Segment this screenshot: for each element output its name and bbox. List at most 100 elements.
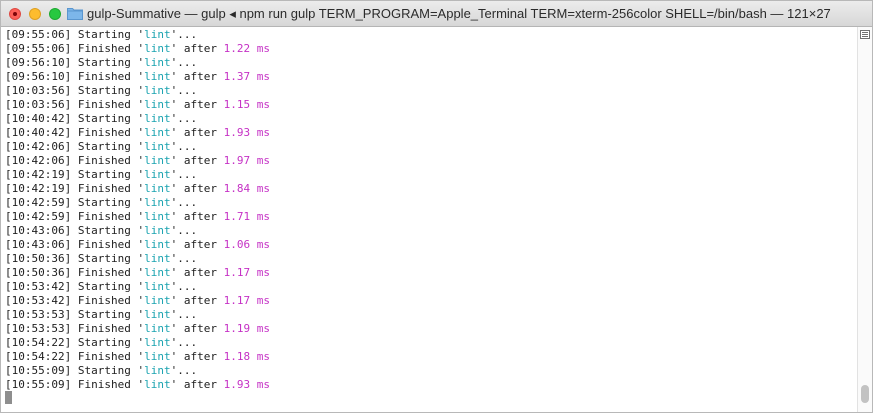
terminal-line: [10:42:06] Finished 'lint' after 1.97 ms [5,154,270,168]
quote: ' [130,168,145,181]
quote: ' [130,336,145,349]
ellipsis: ... [177,252,198,265]
terminal-line: [09:55:06] Starting 'lint'... [5,28,270,42]
terminal-window: gulp-Summative — gulp ◂ npm run gulp TER… [0,0,873,413]
timestamp: [10:40:42] [5,126,72,139]
task-name: lint [144,126,171,139]
quote: ' [130,56,145,69]
after-word: after [183,42,217,55]
status-word: Finished [77,98,131,111]
task-name: lint [144,238,171,251]
minimize-button[interactable] [29,8,41,20]
ellipsis: ... [177,224,198,237]
terminal-line: [10:42:06] Starting 'lint'... [5,140,270,154]
quote: ' [130,70,145,83]
quote: ' [130,322,145,335]
after-word: after [183,210,217,223]
status-word: Finished [77,322,131,335]
duration: 1.17 ms [223,294,270,307]
timestamp: [10:54:22] [5,350,72,363]
status-word: Finished [77,70,131,83]
quote: ' [130,266,145,279]
task-name: lint [144,196,171,209]
task-name: lint [144,280,171,293]
vertical-scrollbar[interactable] [857,27,872,412]
close-button[interactable] [9,8,21,20]
quote: ' [130,98,145,111]
task-name: lint [144,56,171,69]
status-word: Starting [77,308,131,321]
ellipsis: ... [177,280,198,293]
status-word: Starting [77,224,131,237]
after-word: after [183,350,217,363]
terminal-line: [10:42:19] Finished 'lint' after 1.84 ms [5,182,270,196]
duration: 1.06 ms [223,238,270,251]
quote: ' [130,84,145,97]
after-word: after [183,154,217,167]
duration: 1.22 ms [223,42,270,55]
quote: ' [130,196,145,209]
timestamp: [10:53:42] [5,294,72,307]
task-name: lint [144,364,171,377]
status-word: Finished [77,154,131,167]
timestamp: [10:55:09] [5,378,72,391]
task-name: lint [144,266,171,279]
ellipsis: ... [177,196,198,209]
task-name: lint [144,98,171,111]
terminal-line: [10:55:09] Finished 'lint' after 1.93 ms [5,378,270,392]
after-word: after [183,266,217,279]
title-bar[interactable]: gulp-Summative — gulp ◂ npm run gulp TER… [1,1,872,27]
after-word: after [183,182,217,195]
task-name: lint [144,322,171,335]
terminal-line: [09:55:06] Finished 'lint' after 1.22 ms [5,42,270,56]
status-word: Finished [77,42,131,55]
status-word: Finished [77,378,131,391]
after-word: after [183,238,217,251]
timestamp: [10:50:36] [5,266,72,279]
maximize-button[interactable] [49,8,61,20]
task-name: lint [144,308,171,321]
status-word: Finished [77,126,131,139]
duration: 1.93 ms [223,378,270,391]
task-name: lint [144,336,171,349]
task-name: lint [144,210,171,223]
status-word: Starting [77,196,131,209]
timestamp: [09:56:10] [5,56,72,69]
timestamp: [10:42:19] [5,182,72,195]
quote: ' [130,238,145,251]
scroll-thumb[interactable] [861,385,869,403]
task-name: lint [144,252,171,265]
terminal-line: [10:03:56] Finished 'lint' after 1.15 ms [5,98,270,112]
quote: ' [130,280,145,293]
quote: ' [130,294,145,307]
terminal-line: [10:55:09] Starting 'lint'... [5,364,270,378]
quote: ' [130,112,145,125]
status-word: Starting [77,280,131,293]
status-word: Starting [77,252,131,265]
task-name: lint [144,182,171,195]
terminal-content[interactable]: [09:55:06] Starting 'lint'... [09:55:06] … [1,27,857,412]
terminal-line: [10:53:42] Starting 'lint'... [5,280,270,294]
terminal-line: [10:40:42] Starting 'lint'... [5,112,270,126]
task-name: lint [144,42,171,55]
duration: 1.37 ms [223,70,270,83]
menu-icon[interactable] [860,30,870,39]
quote: ' [130,42,145,55]
status-word: Starting [77,336,131,349]
